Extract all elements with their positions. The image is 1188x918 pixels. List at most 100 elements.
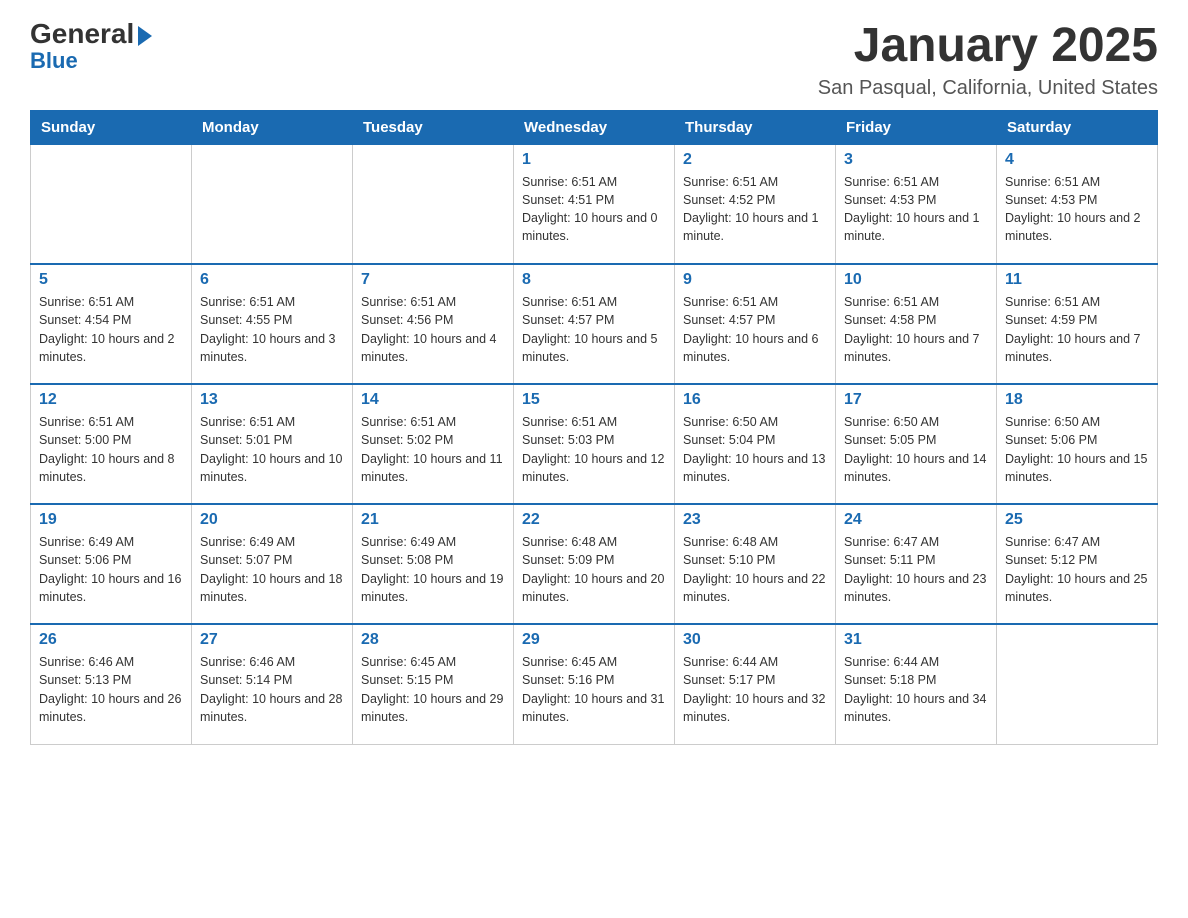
day-number: 18 <box>1005 391 1149 409</box>
calendar-week-row: 5 Sunrise: 6:51 AM Sunset: 4:54 PM Daylig… <box>31 264 1158 384</box>
day-info: Sunrise: 6:49 AM Sunset: 5:08 PM Dayligh… <box>361 533 505 606</box>
day-info: Sunrise: 6:49 AM Sunset: 5:07 PM Dayligh… <box>200 533 344 606</box>
day-number: 3 <box>844 151 988 169</box>
day-number: 9 <box>683 271 827 289</box>
day-number: 5 <box>39 271 183 289</box>
col-monday: Monday <box>192 110 353 144</box>
day-info: Sunrise: 6:44 AM Sunset: 5:17 PM Dayligh… <box>683 653 827 726</box>
day-info: Sunrise: 6:51 AM Sunset: 5:03 PM Dayligh… <box>522 413 666 486</box>
day-info: Sunrise: 6:51 AM Sunset: 4:53 PM Dayligh… <box>844 173 988 246</box>
day-info: Sunrise: 6:50 AM Sunset: 5:06 PM Dayligh… <box>1005 413 1149 486</box>
day-info: Sunrise: 6:51 AM Sunset: 5:00 PM Dayligh… <box>39 413 183 486</box>
table-row: 16Sunrise: 6:50 AM Sunset: 5:04 PM Dayli… <box>675 384 836 504</box>
col-thursday: Thursday <box>675 110 836 144</box>
calendar-week-row: 26Sunrise: 6:46 AM Sunset: 5:13 PM Dayli… <box>31 624 1158 744</box>
title-block: January 2025 San Pasqual, California, Un… <box>818 20 1158 100</box>
day-number: 29 <box>522 631 666 649</box>
calendar-table: Sunday Monday Tuesday Wednesday Thursday… <box>30 110 1158 745</box>
day-info: Sunrise: 6:51 AM Sunset: 4:53 PM Dayligh… <box>1005 173 1149 246</box>
table-row: 26Sunrise: 6:46 AM Sunset: 5:13 PM Dayli… <box>31 624 192 744</box>
day-number: 21 <box>361 511 505 529</box>
table-row: 13 Sunrise: 6:51 AM Sunset: 5:01 PM Dayli… <box>192 384 353 504</box>
day-number: 22 <box>522 511 666 529</box>
table-row: 5 Sunrise: 6:51 AM Sunset: 4:54 PM Daylig… <box>31 264 192 384</box>
day-info: Sunrise: 6:51 AM Sunset: 4:58 PM Dayligh… <box>844 293 988 366</box>
day-info: Sunrise: 6:51 AM Sunset: 4:54 PM Dayligh… <box>39 293 183 366</box>
table-row: 19 Sunrise: 6:49 AM Sunset: 5:06 PM Dayli… <box>31 504 192 624</box>
day-number: 27 <box>200 631 344 649</box>
table-row: 24Sunrise: 6:47 AM Sunset: 5:11 PM Dayli… <box>836 504 997 624</box>
day-info: Sunrise: 6:50 AM Sunset: 5:05 PM Dayligh… <box>844 413 988 486</box>
day-info: Sunrise: 6:49 AM Sunset: 5:06 PM Dayligh… <box>39 533 183 606</box>
day-number: 24 <box>844 511 988 529</box>
table-row: 29 Sunrise: 6:45 AM Sunset: 5:16 PM Dayli… <box>514 624 675 744</box>
table-row: 7Sunrise: 6:51 AM Sunset: 4:56 PM Daylig… <box>353 264 514 384</box>
table-row: 17 Sunrise: 6:50 AM Sunset: 5:05 PM Dayli… <box>836 384 997 504</box>
day-info: Sunrise: 6:51 AM Sunset: 4:59 PM Dayligh… <box>1005 293 1149 366</box>
table-row: 14 Sunrise: 6:51 AM Sunset: 5:02 PM Dayli… <box>353 384 514 504</box>
col-wednesday: Wednesday <box>514 110 675 144</box>
table-row: 9 Sunrise: 6:51 AM Sunset: 4:57 PM Daylig… <box>675 264 836 384</box>
col-friday: Friday <box>836 110 997 144</box>
col-sunday: Sunday <box>31 110 192 144</box>
table-row: 1Sunrise: 6:51 AM Sunset: 4:51 PM Daylig… <box>514 144 675 264</box>
logo-arrow-icon <box>138 26 152 46</box>
day-number: 31 <box>844 631 988 649</box>
table-row: 20 Sunrise: 6:49 AM Sunset: 5:07 PM Dayli… <box>192 504 353 624</box>
day-number: 26 <box>39 631 183 649</box>
day-info: Sunrise: 6:48 AM Sunset: 5:09 PM Dayligh… <box>522 533 666 606</box>
table-row: 10 Sunrise: 6:51 AM Sunset: 4:58 PM Dayli… <box>836 264 997 384</box>
day-number: 11 <box>1005 271 1149 289</box>
day-info: Sunrise: 6:45 AM Sunset: 5:15 PM Dayligh… <box>361 653 505 726</box>
table-row: 2Sunrise: 6:51 AM Sunset: 4:52 PM Daylig… <box>675 144 836 264</box>
table-row: 6Sunrise: 6:51 AM Sunset: 4:55 PM Daylig… <box>192 264 353 384</box>
day-info: Sunrise: 6:51 AM Sunset: 5:01 PM Dayligh… <box>200 413 344 486</box>
table-row <box>353 144 514 264</box>
table-row <box>997 624 1158 744</box>
day-info: Sunrise: 6:51 AM Sunset: 5:02 PM Dayligh… <box>361 413 505 486</box>
calendar-header-row: Sunday Monday Tuesday Wednesday Thursday… <box>31 110 1158 144</box>
day-number: 10 <box>844 271 988 289</box>
table-row: 8 Sunrise: 6:51 AM Sunset: 4:57 PM Daylig… <box>514 264 675 384</box>
day-info: Sunrise: 6:51 AM Sunset: 4:57 PM Dayligh… <box>683 293 827 366</box>
table-row: 25 Sunrise: 6:47 AM Sunset: 5:12 PM Dayli… <box>997 504 1158 624</box>
day-number: 13 <box>200 391 344 409</box>
table-row <box>192 144 353 264</box>
table-row: 27 Sunrise: 6:46 AM Sunset: 5:14 PM Dayli… <box>192 624 353 744</box>
table-row: 3 Sunrise: 6:51 AM Sunset: 4:53 PM Daylig… <box>836 144 997 264</box>
table-row: 28 Sunrise: 6:45 AM Sunset: 5:15 PM Dayli… <box>353 624 514 744</box>
day-number: 14 <box>361 391 505 409</box>
day-info: Sunrise: 6:44 AM Sunset: 5:18 PM Dayligh… <box>844 653 988 726</box>
col-saturday: Saturday <box>997 110 1158 144</box>
calendar-week-row: 19 Sunrise: 6:49 AM Sunset: 5:06 PM Dayli… <box>31 504 1158 624</box>
day-info: Sunrise: 6:46 AM Sunset: 5:14 PM Dayligh… <box>200 653 344 726</box>
day-number: 25 <box>1005 511 1149 529</box>
logo-text-general: General <box>30 20 152 48</box>
calendar-week-row: 12Sunrise: 6:51 AM Sunset: 5:00 PM Dayli… <box>31 384 1158 504</box>
day-info: Sunrise: 6:47 AM Sunset: 5:12 PM Dayligh… <box>1005 533 1149 606</box>
table-row: 22 Sunrise: 6:48 AM Sunset: 5:09 PM Dayli… <box>514 504 675 624</box>
day-info: Sunrise: 6:51 AM Sunset: 4:52 PM Dayligh… <box>683 173 827 246</box>
day-number: 7 <box>361 271 505 289</box>
day-info: Sunrise: 6:45 AM Sunset: 5:16 PM Dayligh… <box>522 653 666 726</box>
table-row: 15 Sunrise: 6:51 AM Sunset: 5:03 PM Dayli… <box>514 384 675 504</box>
table-row: 31 Sunrise: 6:44 AM Sunset: 5:18 PM Dayli… <box>836 624 997 744</box>
col-tuesday: Tuesday <box>353 110 514 144</box>
day-number: 8 <box>522 271 666 289</box>
location-subtitle: San Pasqual, California, United States <box>818 77 1158 100</box>
day-number: 4 <box>1005 151 1149 169</box>
day-number: 20 <box>200 511 344 529</box>
table-row: 18 Sunrise: 6:50 AM Sunset: 5:06 PM Dayli… <box>997 384 1158 504</box>
day-number: 15 <box>522 391 666 409</box>
day-number: 16 <box>683 391 827 409</box>
table-row <box>31 144 192 264</box>
logo: General Blue <box>30 20 152 72</box>
day-number: 28 <box>361 631 505 649</box>
day-number: 17 <box>844 391 988 409</box>
day-number: 19 <box>39 511 183 529</box>
table-row: 4 Sunrise: 6:51 AM Sunset: 4:53 PM Daylig… <box>997 144 1158 264</box>
month-title: January 2025 <box>818 20 1158 73</box>
day-number: 23 <box>683 511 827 529</box>
day-info: Sunrise: 6:51 AM Sunset: 4:57 PM Dayligh… <box>522 293 666 366</box>
day-number: 1 <box>522 151 666 169</box>
